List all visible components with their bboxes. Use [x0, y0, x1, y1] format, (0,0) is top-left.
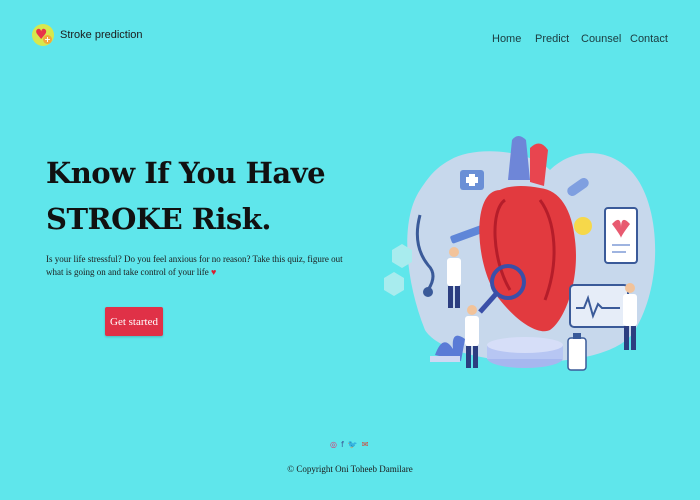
heart-illustration: [384, 136, 656, 371]
nav-counsel[interactable]: Counsel: [581, 33, 621, 45]
hero-description-text: Is your life stressful? Do you feel anxi…: [46, 254, 343, 277]
get-started-button[interactable]: Get started: [105, 307, 163, 336]
brand[interactable]: ♥ + Stroke prediction: [32, 24, 143, 46]
nav-contact[interactable]: Contact: [630, 33, 668, 45]
facebook-icon[interactable]: f: [341, 440, 344, 450]
social-links: ◎ f 🐦 ✉: [330, 440, 368, 450]
copyright: © Copyright Oni Toheeb Damilare: [287, 464, 413, 474]
twitter-icon[interactable]: 🐦: [348, 440, 358, 450]
heart-icon: ♥: [210, 267, 217, 277]
nav-predict[interactable]: Predict: [535, 33, 569, 45]
hero-title: Know If You Have STROKE Risk.: [46, 150, 326, 242]
nav-home[interactable]: Home: [492, 33, 521, 45]
brand-name: Stroke prediction: [60, 29, 143, 41]
instagram-icon[interactable]: ◎: [330, 440, 337, 450]
hero-description: Is your life stressful? Do you feel anxi…: [46, 253, 346, 279]
heart-logo-icon: ♥ +: [32, 24, 54, 46]
navbar: ♥ + Stroke prediction Home Predict Couns…: [0, 0, 700, 78]
hero-title-line2: STROKE Risk.: [46, 202, 271, 236]
email-icon[interactable]: ✉: [362, 440, 369, 450]
hero-title-line1: Know If You Have: [46, 156, 326, 190]
